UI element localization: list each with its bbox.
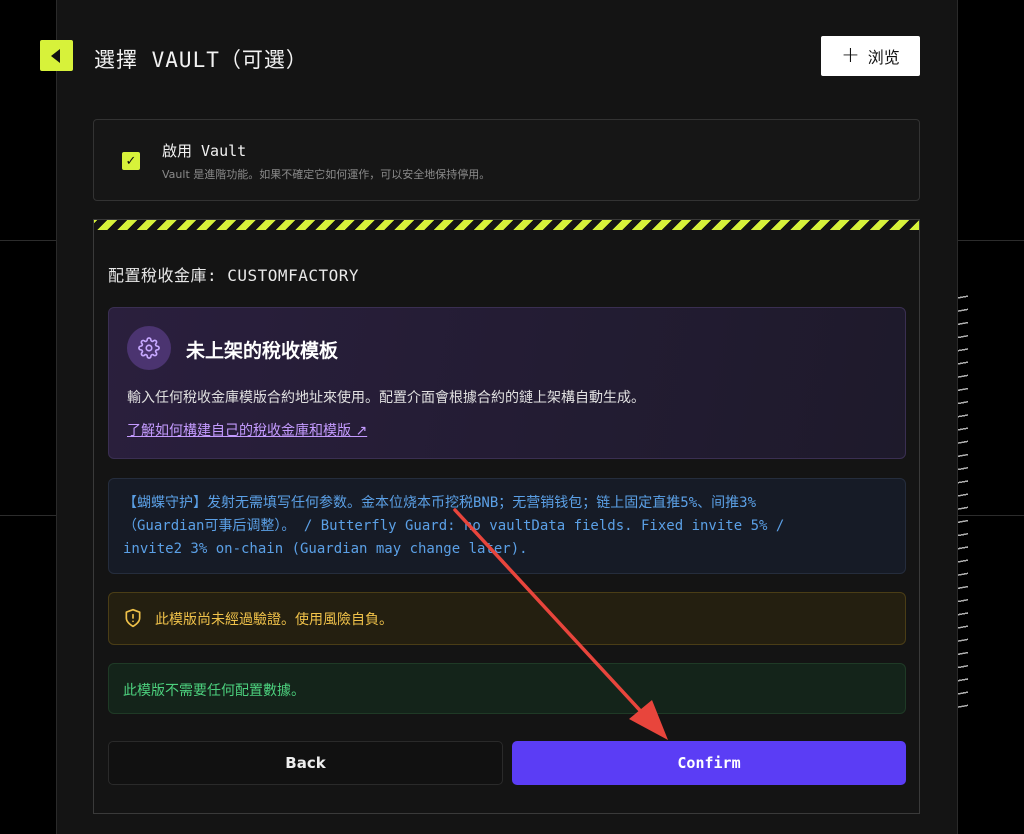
browse-label: 浏览 [867,48,900,67]
enable-vault-title: 啟用 Vault [162,142,247,160]
frame-line-left-bottom [0,515,56,516]
config-label: 配置稅收金庫: CUSTOMFACTORY [108,266,359,285]
tick-marks [958,288,968,708]
enable-vault-checkbox[interactable]: ✓ [122,152,140,170]
plus-icon: + [841,43,860,68]
hazard-stripe [94,220,919,230]
enable-vault-description: Vault 是進階功能。如果不確定它如何運作，可以安全地保持停用。 [162,168,491,181]
config-section: 配置稅收金庫: CUSTOMFACTORY 未上架的稅收模板 輸入任何稅收金庫模… [93,219,920,814]
template-info-box: 【蝴蝶守护】发射无需填写任何参数。金本位烧本币挖税BNB；无营销钱包；链上固定直… [108,478,906,574]
unverified-warning: 此模版尚未經過驗證。使用風險自負。 [108,592,906,645]
back-arrow-icon [51,48,60,63]
back-arrow-button[interactable] [40,40,73,71]
back-button[interactable]: Back [108,741,503,785]
warning-text: 此模版尚未經過驗證。使用風險自負。 [155,612,393,628]
template-card: 未上架的稅收模板 輸入任何稅收金庫模版合約地址來使用。配置介面會根據合約的鏈上架… [108,307,906,459]
template-title: 未上架的稅收模板 [186,340,339,362]
frame-line-left-top [0,240,56,241]
template-guide-link[interactable]: 了解如何構建自己的稅收金庫和模版 ↗ [127,420,367,440]
info-line: 【蝴蝶守护】发射无需填写任何参数。金本位烧本币挖税BNB；无营销钱包；链上固定直… [123,495,756,511]
browse-button[interactable]: + 浏览 [821,36,920,76]
shield-alert-icon [123,608,143,632]
confirm-button[interactable]: Confirm [512,741,906,785]
notice-text: 此模版不需要任何配置數據。 [123,683,305,699]
page-title: 選擇 VAULT（可選） [94,48,308,72]
info-line: （Guardian可事后调整）。 / Butterfly Guard: no v… [123,518,785,534]
no-config-notice: 此模版不需要任何配置數據。 [108,663,906,714]
template-description: 輸入任何稅收金庫模版合約地址來使用。配置介面會根據合約的鏈上架構自動生成。 [127,390,645,406]
enable-vault-card[interactable]: ✓ 啟用 Vault Vault 是進階功能。如果不確定它如何運作，可以安全地保… [93,119,920,201]
frame-line-right-top [958,240,1024,241]
gear-icon [127,326,171,370]
info-line: invite2 3% on-chain (Guardian may change… [123,541,528,557]
